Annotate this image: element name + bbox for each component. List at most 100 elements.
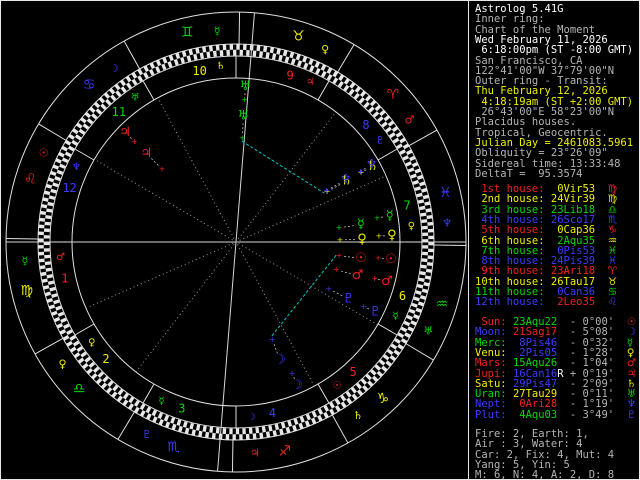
sign-glyph-leo: ♌ — [24, 172, 37, 188]
planet-glyph-venus-natal: ♀ — [357, 232, 367, 247]
house-number-2: 2 — [102, 352, 109, 366]
planet-glyph-mercury-natal: ☿ — [357, 217, 365, 232]
sign-glyph-taurus: ♉ — [292, 28, 305, 44]
planet-marker-mercury-transit: + — [374, 213, 381, 222]
planet-marker-pluto-transit: + — [360, 302, 367, 311]
planet-marker-mars-natal: + — [333, 265, 340, 274]
sign-ruler-glyph-aries: ♂ — [404, 114, 414, 127]
planet-glyph-mars-natal: ♂ — [352, 268, 364, 283]
sign-ruler-glyph-taurus: ♀ — [321, 43, 329, 56]
house-cusp-value: 2Leo35 — [550, 296, 596, 309]
sign-ruler-glyph-capricorn: ♄ — [353, 409, 363, 422]
astrolog-window: ♈ ♂ ♉ ♀ ♊ ☿ ♋ ☽ ♌ ☉ ♍ ☿ ♎ ♀ ♏ ♇ ♐ ♃ ♑ ♄ ♒ ♅ ♓ ♆ 1 ♂ 2 ♀ 3 ☿ 4 ☽ 5 ☉ 6 ☿ 7 ♀ 8 ♇… — [0, 0, 640, 480]
sign-glyph-aquarius: ♒ — [435, 296, 448, 312]
house-number-7: 7 — [404, 199, 411, 213]
sign-ruler-glyph-libra: ♀ — [59, 357, 67, 370]
summary-text: M: 6, N: 4, A: 2, D: 8 — [475, 469, 615, 480]
house-ruler-glyph-12: ♆ — [72, 162, 81, 173]
sign-glyph-virgo: ♍ — [20, 283, 33, 299]
house-ruler-glyph-2: ♀ — [88, 337, 95, 348]
sign-cusp-boundary — [405, 343, 434, 361]
sign-ruler-glyph-sagittarius: ♃ — [250, 447, 260, 460]
planet-glyph-moon-transit: ☽ — [291, 378, 303, 393]
house-row: 12th house: 2Leo35 ♌ — [475, 296, 617, 309]
planet-marker-venus-natal: + — [337, 235, 344, 244]
house-number-12: 12 — [62, 181, 76, 195]
planet-pointer-mercury-transit — [379, 216, 383, 218]
house-wedge-boundary — [74, 323, 95, 336]
sign-ruler-glyph-leo: ☉ — [39, 146, 49, 159]
sign-ruler-glyph-cancer: ☽ — [109, 62, 119, 75]
text — [595, 296, 608, 308]
planet-pointer-pluto-natal — [331, 289, 343, 297]
house-wedge-boundary — [377, 323, 398, 336]
planet-pointer-sun-natal — [342, 255, 355, 258]
planet-pointer-saturn-natal — [329, 184, 341, 191]
house-ruler-glyph-6: ☿ — [392, 311, 398, 322]
planet-pointer-mercury-natal — [341, 225, 354, 228]
house-wedge-boundary — [317, 383, 330, 404]
planet-glyph-venus-transit: ♀ — [387, 228, 397, 243]
sign-ruler-glyph-virgo: ☿ — [21, 254, 28, 267]
planet-glyph-uranus-transit: ♅ — [240, 79, 252, 94]
sign-cusp-boundary — [331, 414, 349, 444]
house-wedge-boundary — [377, 148, 398, 161]
sign-glyph-aries: ♈ — [387, 87, 400, 103]
text — [614, 409, 627, 421]
planet-marker-moon-transit: + — [289, 369, 296, 378]
sign-glyph-sagittarius: ♐ — [279, 443, 292, 459]
aspect-line-uranus-saturn — [241, 140, 325, 194]
house-ruler-glyph-9: ♃ — [306, 77, 315, 88]
house-wedge-boundary — [142, 383, 155, 404]
planet-marker-sun-transit: + — [375, 254, 382, 263]
planet-marker-sun-natal: + — [336, 251, 343, 260]
planet-glyph-jupiter-natal: ♃ — [140, 146, 152, 161]
house-ruler-glyph-10: ♄ — [216, 61, 225, 72]
planet-glyph-mercury-transit: ☿ — [386, 208, 394, 223]
planet-icon: ♇ — [626, 408, 637, 421]
planet-glyph-sun-natal: ☉ — [355, 251, 367, 266]
sign-glyph-libra: ♎ — [73, 381, 86, 397]
summary-line: M: 6, N: 4, A: 2, D: 8 — [475, 469, 615, 480]
planet-marker-neptune-natal: + — [323, 186, 330, 195]
sign-cusp-boundary — [123, 40, 141, 70]
house-wedge-boundary — [317, 80, 330, 101]
planet-glyph-pluto-transit: ♇ — [369, 305, 381, 320]
house-number-1: 1 — [61, 271, 68, 285]
house-ruler-glyph-11: ♅ — [131, 92, 140, 103]
house-wedge-boundary — [74, 148, 95, 161]
planet-marker-venus-transit: + — [376, 231, 383, 240]
sign-ruler-glyph-gemini: ☿ — [214, 24, 221, 37]
house-number-11: 11 — [112, 105, 126, 119]
house-ruler-glyph-4: ☽ — [247, 412, 256, 423]
planet-glyph-jupiter-transit: ♃ — [119, 125, 131, 140]
house-ruler-glyph-8: ♇ — [376, 136, 385, 147]
house-number-3: 3 — [178, 401, 185, 415]
planet-glyph-moon-natal: ☽ — [274, 353, 286, 368]
daily-motion-value: - 3°49' — [563, 408, 615, 421]
house-ruler-glyph-5: ☉ — [332, 381, 341, 392]
planet-marker-moon-natal: + — [269, 335, 276, 344]
planet-glyph-uranus-natal: ♅ — [238, 109, 250, 124]
house-number-5: 5 — [349, 365, 356, 379]
house-label: 12th house: — [475, 296, 545, 309]
house-wedge-boundary — [142, 80, 155, 101]
planet-marker-pluto-natal: + — [325, 284, 332, 293]
planet-pointer-mars-natal — [339, 270, 351, 275]
planet-marker-uranus-transit: + — [241, 95, 248, 104]
house-ruler-glyph-7: ♀ — [408, 221, 415, 232]
sign-glyph-gemini: ♊ — [181, 25, 194, 41]
planet-marker-jupiter-transit: + — [131, 137, 138, 146]
house-ruler-glyph-1: ♂ — [56, 252, 65, 263]
house-number-8: 8 — [362, 118, 369, 132]
sign-ruler-glyph-pisces: ♆ — [442, 217, 452, 230]
house-number-9: 9 — [286, 69, 293, 83]
sign-ruler-glyph-aquarius: ♅ — [423, 325, 433, 338]
aspect-line-sun-moon — [270, 254, 337, 337]
planet-glyph-pluto-natal: ♇ — [343, 291, 355, 306]
house-number-4: 4 — [269, 406, 276, 420]
house-number-6: 6 — [399, 289, 406, 303]
planet-label: Plut: — [475, 408, 507, 421]
sign-cusp-boundary — [38, 123, 67, 141]
sign-cusp-boundary — [337, 44, 355, 73]
